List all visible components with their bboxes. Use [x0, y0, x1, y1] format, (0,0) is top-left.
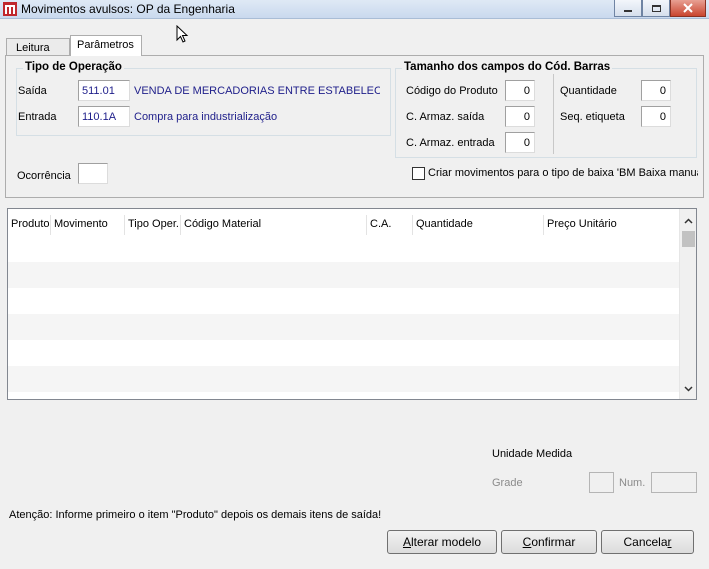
tipo-operacao-group — [16, 68, 391, 136]
cancelar-button[interactable]: Cancelar — [601, 530, 694, 554]
tab-label: Parâmetros — [77, 39, 134, 51]
tab-label: Leitura — [16, 42, 50, 54]
table-row[interactable] — [8, 236, 680, 262]
saida-code-field[interactable]: 511.01 — [78, 80, 130, 101]
entrada-label: Entrada — [18, 111, 57, 123]
app-logo-icon — [3, 2, 17, 16]
close-button[interactable] — [670, 0, 706, 17]
movimentos-grid[interactable]: Produto Movimento Tipo Oper. Código Mate… — [7, 208, 697, 400]
tipo-operacao-title: Tipo de Operação — [23, 61, 124, 73]
scroll-down-button[interactable] — [680, 380, 696, 397]
confirmar-button[interactable]: Confirmar — [501, 530, 597, 554]
parametros-panel: Tipo de Operação Saída 511.01 VENDA DE M… — [5, 55, 704, 198]
group-divider — [553, 74, 554, 154]
entrada-description: Compra para industrialização — [134, 111, 278, 123]
tab-parametros[interactable]: Parâmetros — [70, 35, 142, 56]
scroll-thumb[interactable] — [682, 231, 695, 247]
saida-description: VENDA DE MERCADORIAS ENTRE ESTABELECIMEN… — [134, 85, 380, 97]
entrada-code-field[interactable]: 110.1A — [78, 106, 130, 127]
armaz-saida-field[interactable]: 0 — [505, 106, 535, 127]
button-label: Confirmar — [522, 535, 576, 549]
num-field — [651, 472, 697, 493]
column-header-quantidade[interactable]: Quantidade — [413, 215, 544, 235]
column-header-codigo-material[interactable]: Código Material — [181, 215, 367, 235]
armaz-entrada-field[interactable]: 0 — [505, 132, 535, 153]
seq-etiqueta-label: Seq. etiqueta — [560, 111, 625, 123]
column-header-ca[interactable]: C.A. — [367, 215, 413, 235]
grade-field — [589, 472, 614, 493]
criar-movimentos-label: Criar movimentos para o tipo de baixa 'B… — [428, 167, 698, 179]
codigo-produto-field[interactable]: 0 — [505, 80, 535, 101]
grade-label: Grade — [492, 477, 523, 489]
grid-scrollbar[interactable] — [679, 209, 696, 399]
mouse-cursor-icon — [176, 25, 189, 43]
table-row[interactable] — [8, 340, 680, 366]
table-row[interactable] — [8, 262, 680, 288]
column-header-movimento[interactable]: Movimento — [51, 215, 125, 235]
criar-movimentos-checkbox[interactable] — [412, 167, 425, 180]
scroll-up-button[interactable] — [680, 212, 696, 229]
table-row[interactable] — [8, 288, 680, 314]
column-header-preco-unitario[interactable]: Preço Unitário — [544, 215, 680, 235]
chevron-down-icon — [684, 385, 693, 392]
alterar-modelo-button[interactable]: Alterar modelo — [387, 530, 497, 554]
table-row[interactable] — [8, 314, 680, 340]
status-message: Atenção: Informe primeiro o item "Produt… — [9, 509, 382, 521]
codigo-produto-label: Código do Produto — [406, 85, 498, 97]
tamanho-campos-title: Tamanho dos campos do Cód. Barras — [402, 61, 613, 73]
column-header-produto[interactable]: Produto — [8, 215, 51, 235]
armaz-saida-label: C. Armaz. saída — [406, 111, 485, 123]
num-label: Num. — [619, 477, 646, 489]
maximize-button[interactable] — [642, 0, 670, 17]
armaz-entrada-label: C. Armaz. entrada — [406, 137, 495, 149]
quantidade-label: Quantidade — [560, 85, 617, 97]
grid-header: Produto Movimento Tipo Oper. Código Mate… — [8, 215, 680, 235]
minimize-button[interactable] — [614, 0, 642, 17]
saida-label: Saída — [18, 85, 47, 97]
chevron-up-icon — [684, 217, 693, 224]
title-bar[interactable]: Movimentos avulsos: OP da Engenharia — [0, 0, 709, 19]
button-label: Alterar modelo — [402, 535, 482, 549]
column-header-tipo-oper[interactable]: Tipo Oper. — [125, 215, 181, 235]
quantidade-field[interactable]: 0 — [641, 80, 671, 101]
maximize-icon — [651, 4, 661, 12]
ocorrencia-field[interactable] — [78, 163, 108, 184]
tab-leitura[interactable]: Leitura — [6, 38, 70, 55]
ocorrencia-label: Ocorrência — [17, 170, 71, 182]
unidade-medida-label: Unidade Medida — [492, 448, 573, 460]
window-title: Movimentos avulsos: OP da Engenharia — [21, 2, 235, 16]
button-label: Cancelar — [623, 535, 672, 549]
close-icon — [683, 3, 693, 13]
minimize-icon — [624, 10, 632, 12]
seq-etiqueta-field[interactable]: 0 — [641, 106, 671, 127]
table-row[interactable] — [8, 366, 680, 392]
